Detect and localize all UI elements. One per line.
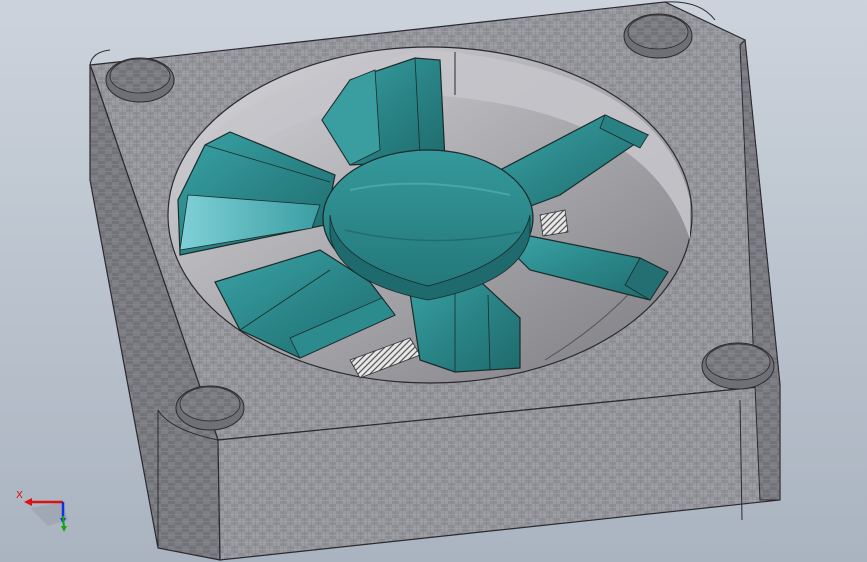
triad-x-label: X (16, 490, 23, 501)
coordinate-triad: X (16, 490, 68, 532)
mounting-hole-bottom-right (701, 342, 775, 390)
graphics-viewport[interactable]: X (0, 0, 867, 562)
mounting-hole-top-right (623, 13, 693, 59)
mounting-hole-bottom-left (175, 385, 245, 431)
fan-model-3d-view[interactable] (0, 0, 867, 562)
mounting-hole-top-left (105, 57, 175, 103)
